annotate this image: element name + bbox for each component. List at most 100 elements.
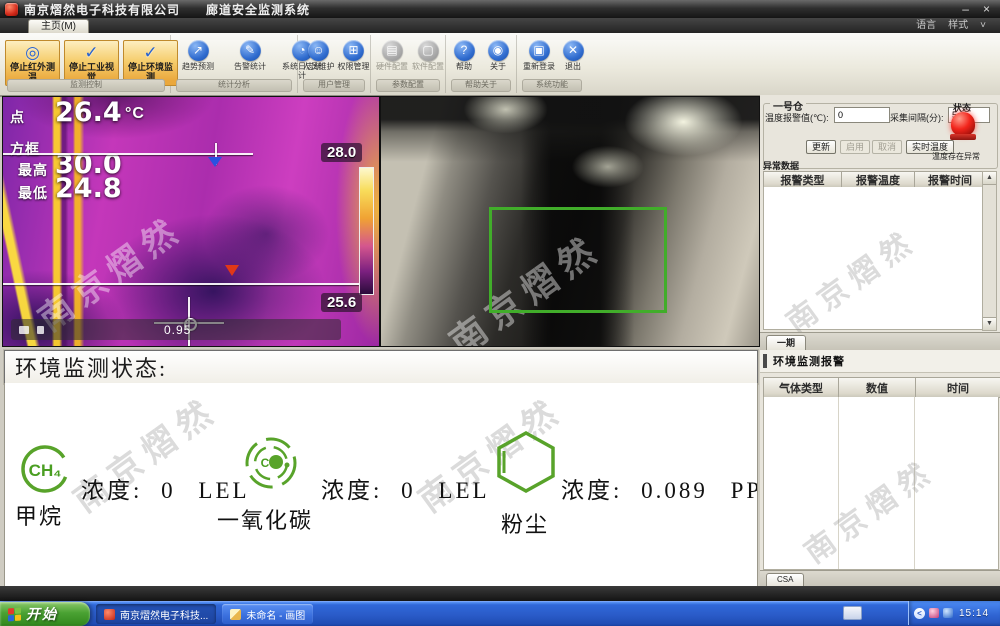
scale-min-badge: 25.6 [321, 293, 362, 312]
windows-logo-icon [8, 607, 21, 621]
task-app-button[interactable]: 南京熠然电子科技... [96, 604, 216, 624]
temp-alarm-label: 温度报警值(℃): [765, 111, 829, 124]
minimize-icon[interactable]: – [962, 2, 969, 16]
alarm-table-body: 南京熠然 [763, 187, 983, 330]
methane-icon: CH₄ [19, 443, 71, 495]
gas-value: 浓度: 0 LEL [321, 471, 490, 505]
group-parameters: ▤ 硬件配置 ▢ 软件配置 参数配置 [371, 35, 446, 93]
thermal-camera-view[interactable]: 南京熠然 点 26.4 °C 方框 最高 30.0 最低 24.8 28.0 2… [2, 96, 380, 347]
button-label: 告警统计 [234, 62, 266, 71]
help-button[interactable]: ? 帮助 [450, 40, 478, 71]
group-statistics: ↗ 趋势预测 ✎ 告警统计 ◔ 系统日志统计 统计分析 [171, 35, 298, 93]
permission-button[interactable]: ⊞ 权限管理 [337, 40, 370, 71]
group-label: 用户管理 [303, 79, 365, 92]
trend-predict-button[interactable]: ↗ 趋势预测 [175, 40, 221, 80]
tray-chevron-icon[interactable]: < [914, 608, 925, 619]
menu-language[interactable]: 语言 [916, 18, 936, 33]
tray-icon[interactable] [943, 608, 953, 618]
exit-button[interactable]: ✕ 退出 [561, 40, 585, 71]
software-config-button[interactable]: ▢ 软件配置 [411, 40, 445, 71]
taskbar-clock: 15:14 [959, 608, 989, 619]
hardware-config-button[interactable]: ▤ 硬件配置 [375, 40, 409, 71]
group-label: 参数配置 [376, 79, 440, 92]
col-alarm-time[interactable]: 报警时间 [915, 171, 986, 188]
ring-icon: ◎ [25, 44, 40, 62]
alarm-stats-button[interactable]: ✎ 告警统计 [227, 40, 273, 80]
cancel-button[interactable]: 取消 [872, 140, 902, 154]
enable-button[interactable]: 启用 [840, 140, 870, 154]
env-alarm-title: 环境监测报警 [773, 353, 845, 369]
scroll-up-icon[interactable]: ▲ [983, 172, 996, 185]
task-label: 未命名 - 画图 [246, 607, 305, 622]
checkmark-icon: ✓ [84, 44, 98, 62]
chevron-down-icon[interactable]: ˅ [980, 18, 986, 33]
watermark: 南京熠然 [776, 217, 925, 342]
watermark: 南京熠然 [794, 447, 943, 572]
tray-icon[interactable] [929, 608, 939, 618]
menu-style[interactable]: 样式 [948, 18, 968, 33]
col-alarm-temp[interactable]: 报警温度 [842, 171, 915, 188]
update-button[interactable]: 更新 [806, 140, 836, 154]
carbon-monoxide-icon: C [243, 435, 299, 491]
ribbon-toolbar: ◎ 停止红外测温 ✓ 停止工业视觉 ✓ 停止环境监测 监测控制 ↗ 趋势预测 ✎… [0, 33, 1000, 97]
about-button[interactable]: ◉ 关于 [484, 40, 512, 71]
max-label: 最高 [18, 160, 48, 180]
scroll-down-icon[interactable]: ▼ [983, 317, 996, 330]
col-gas-type[interactable]: 气体类型 [763, 377, 839, 398]
gas-name: 一氧化碳 [217, 503, 313, 535]
start-button[interactable]: 开始 [0, 602, 90, 626]
svg-text:C: C [261, 456, 270, 470]
button-label: 退出 [565, 62, 581, 71]
button-label: 关于 [490, 62, 506, 71]
col-gas-value[interactable]: 数值 [839, 377, 916, 398]
trend-icon: ↗ [188, 40, 209, 61]
group-monitor-control: ◎ 停止红外测温 ✓ 停止工业视觉 ✓ 停止环境监测 监测控制 [2, 35, 171, 93]
industrial-camera-view[interactable]: 南京熠然 [380, 96, 760, 347]
alarm-table-scrollbar[interactable]: ▲ ▼ [982, 171, 997, 331]
x-icon: ✕ [563, 40, 584, 61]
system-tray: < 15:14 [908, 601, 1000, 625]
interval-label: 采集间隔(分): [890, 111, 944, 124]
column-divider [914, 397, 915, 569]
task-paint-button[interactable]: 未命名 - 画图 [222, 604, 313, 624]
question-icon: ? [454, 40, 475, 61]
env-status-body: 南京熠然 南京熠然 CH₄ 甲烷 浓度: 0 LEL C 一氧化碳 浓度: 0 … [4, 383, 758, 586]
checkmark-icon: ✓ [143, 44, 157, 62]
gas-value: 浓度: 0 LEL [81, 471, 250, 505]
info-icon [19, 326, 29, 334]
tab-phase-one[interactable]: 一期 [766, 335, 806, 351]
group-help: ? 帮助 ◉ 关于 帮助 关于 [446, 35, 517, 93]
personnel-button[interactable]: ☺ 人员维护 [302, 40, 335, 71]
start-label: 开始 [26, 604, 58, 624]
lamp-status-text: 温度存在异常 [932, 151, 980, 162]
gas-name: 粉尘 [501, 507, 549, 539]
language-bar-icon[interactable] [843, 606, 862, 620]
app-title: 廊道安全监测系统 [206, 1, 310, 18]
box-label: 方框 [10, 139, 40, 159]
col-gas-time[interactable]: 时间 [916, 377, 1000, 398]
button-label: 权限管理 [338, 62, 370, 71]
button-label: 帮助 [456, 62, 472, 71]
notepad-icon: ✎ [240, 40, 261, 61]
info-icon [37, 326, 44, 334]
blue-marker-icon [208, 157, 222, 167]
globe-icon: ◉ [488, 40, 509, 61]
alarm-lamp-icon [950, 112, 976, 142]
paint-icon [230, 609, 241, 620]
tab-csa[interactable]: CSA [766, 573, 804, 587]
close-icon[interactable]: × [983, 2, 990, 16]
task-label: 南京熠然电子科技... [120, 607, 208, 622]
min-label: 最低 [18, 183, 48, 203]
detection-rectangle [489, 207, 667, 313]
app-icon [104, 609, 115, 620]
accent-bar [763, 354, 767, 368]
temp-alarm-input[interactable] [834, 107, 890, 123]
thermal-info-bar: 0.95 [11, 319, 341, 340]
scale-max-badge: 28.0 [321, 143, 362, 162]
relogin-button[interactable]: ▣ 重新登录 [521, 40, 557, 71]
measure-line-bottom [3, 283, 359, 285]
dust-icon [495, 429, 557, 495]
tab-home[interactable]: 主页(M) [28, 19, 89, 33]
gas-table-body: 南京熠然 [763, 397, 999, 570]
col-alarm-type[interactable]: 报警类型 [763, 171, 842, 188]
